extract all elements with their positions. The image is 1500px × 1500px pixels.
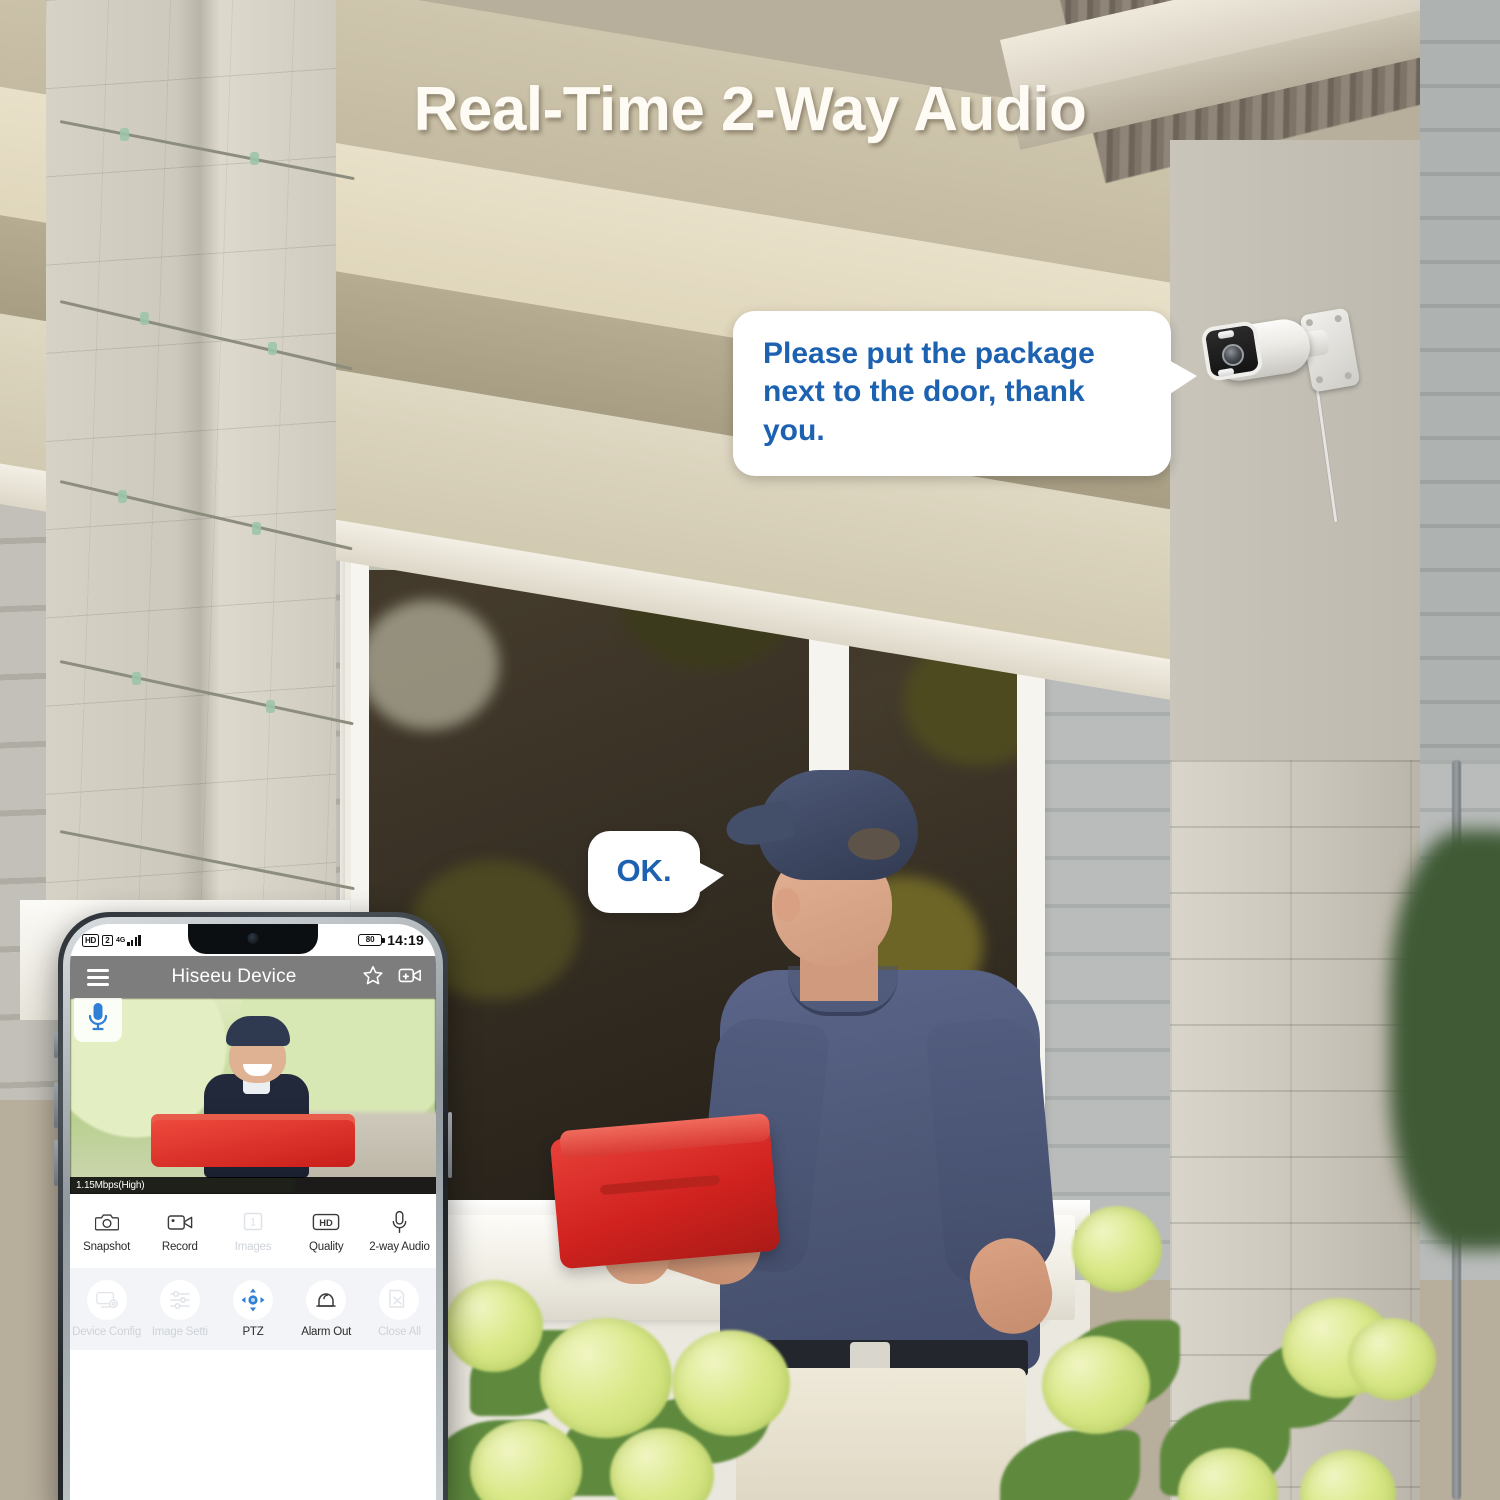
camera-icon (94, 1209, 119, 1235)
toolbar-primary: Snapshot Record 1 Images HD Quality 2-wa… (70, 1194, 436, 1268)
tool-label: Quality (309, 1241, 344, 1253)
microphone-icon (391, 1209, 408, 1235)
tool-record[interactable]: Record (143, 1194, 216, 1268)
image-count-icon: 1 (241, 1209, 265, 1235)
tool-close-all[interactable]: Close All (363, 1268, 436, 1350)
page-title: Real-Time 2-Way Audio (413, 75, 1087, 144)
tool-two-way-audio[interactable]: 2-way Audio (363, 1194, 436, 1268)
hd-badge-icon: HD (312, 1209, 340, 1235)
phone-mute-switch[interactable] (54, 1032, 58, 1058)
tool-alarm-out[interactable]: Alarm Out (290, 1268, 363, 1350)
bullet-security-camera (1196, 305, 1371, 523)
smartphone-mockup: HD 2 4G 80 14:19 Hiseeu Device 1.15Mbps(… (54, 912, 452, 1500)
phone-volume-up-button[interactable] (54, 1082, 58, 1128)
app-title: Hiseeu Device (171, 966, 297, 987)
alarm-siren-icon (306, 1280, 347, 1320)
microphone-icon[interactable] (74, 992, 122, 1042)
sliders-icon (159, 1280, 200, 1320)
video-red-bag (150, 1119, 356, 1167)
evergreen-shrub (1390, 830, 1500, 1250)
svg-text:HD: HD (319, 1218, 333, 1228)
app-bar: Hiseeu Device (70, 956, 436, 998)
tool-device-config[interactable]: Device Config (70, 1268, 143, 1350)
video-camera-icon (167, 1209, 193, 1235)
monitor-settings-icon (86, 1280, 127, 1320)
battery-icon: 80 (358, 934, 385, 946)
phone-volume-down-button[interactable] (54, 1140, 58, 1186)
close-all-icon (379, 1280, 420, 1320)
tool-label: PTZ (242, 1326, 264, 1338)
tool-label: Record (161, 1241, 198, 1253)
bitrate-label: 1.15Mbps(High) (70, 1177, 436, 1194)
star-outline-icon[interactable] (362, 964, 384, 991)
app-content-area (70, 1350, 436, 1500)
tool-images[interactable]: 1 Images (216, 1194, 289, 1268)
phone-screen: HD 2 4G 80 14:19 Hiseeu Device 1.15Mbps(… (70, 924, 436, 1500)
porch-column-right-upper (1170, 140, 1420, 760)
signal-strength-icon (127, 934, 141, 946)
dual-sim-badge-icon: 2 (101, 934, 113, 946)
ptz-joystick-icon (233, 1280, 273, 1320)
camera-speech-bubble: Please put the package next to the door,… (733, 311, 1197, 477)
tool-label: 2-way Audio (369, 1241, 430, 1253)
tool-image-settings[interactable]: Image Setti (143, 1268, 216, 1350)
tool-quality[interactable]: HD Quality (290, 1194, 363, 1268)
tool-label: Close All (377, 1326, 421, 1338)
tool-label: Device Config (72, 1326, 142, 1338)
video-delivery-person (202, 1015, 312, 1194)
toolbar-secondary: Device Config Image Setti PTZ Alarm Out … (70, 1268, 436, 1350)
front-camera-icon (247, 933, 259, 944)
tool-label: Alarm Out (301, 1326, 352, 1338)
tool-label: Images (234, 1241, 272, 1253)
add-camera-icon[interactable] (398, 965, 422, 990)
tool-label: Snapshot (83, 1241, 131, 1253)
clock-label: 14:19 (387, 932, 424, 948)
person-reply-bubble: OK. (588, 831, 724, 913)
network-type-label: 4G (115, 936, 126, 944)
tool-snapshot[interactable]: Snapshot (70, 1194, 143, 1268)
hd-badge-icon: HD (82, 933, 99, 947)
camera-lens (1222, 344, 1244, 366)
svg-text:1: 1 (250, 1217, 256, 1229)
live-video-feed[interactable]: 1.15Mbps(High) (70, 998, 436, 1194)
tool-label: Image Setti (151, 1326, 208, 1338)
phone-power-button[interactable] (448, 1112, 452, 1178)
tool-ptz[interactable]: PTZ (216, 1268, 289, 1350)
phone-notch (188, 924, 318, 954)
